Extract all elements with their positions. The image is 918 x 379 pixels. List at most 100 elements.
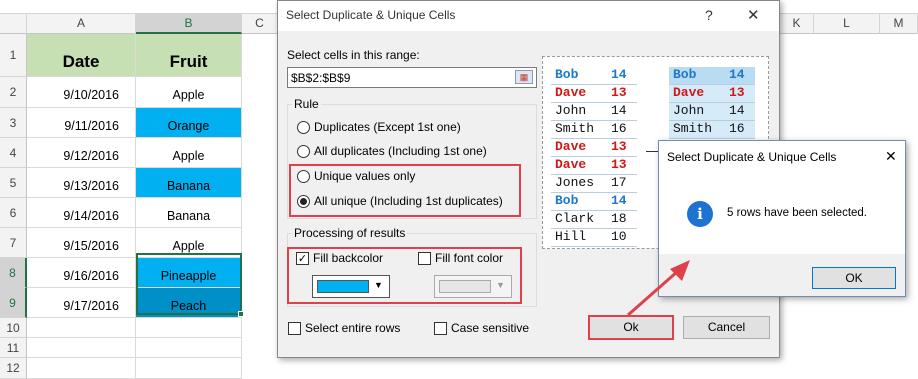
header-cell-fruit[interactable]: Fruit <box>136 34 242 77</box>
select-all-corner[interactable] <box>0 14 27 34</box>
preview-value: 14 <box>611 193 627 208</box>
date-cell[interactable]: 9/13/2016 <box>27 168 136 198</box>
column-header-b[interactable]: B <box>136 14 242 34</box>
chevron-down-icon: ▼ <box>374 280 383 290</box>
radio-duplicates-except-first[interactable] <box>297 121 310 134</box>
preview-value: 14 <box>611 103 627 118</box>
empty-cell[interactable] <box>136 318 242 338</box>
range-input-value: $B$2:$B$9 <box>291 71 351 85</box>
column-header-a[interactable]: A <box>27 14 136 34</box>
fill-backcolor-checkbox[interactable]: ✓ <box>296 252 309 265</box>
preview-name: Dave <box>555 85 587 100</box>
header-cell-date[interactable]: Date <box>27 34 136 77</box>
empty-cell[interactable] <box>136 338 242 358</box>
close-icon[interactable]: ✕ <box>747 6 760 24</box>
row-header[interactable]: 2 <box>0 77 27 108</box>
date-cell[interactable]: 9/10/2016 <box>27 77 136 108</box>
preview-value: 17 <box>611 175 627 190</box>
fruit-cell[interactable]: Apple <box>136 77 242 108</box>
preview-value: 13 <box>611 85 627 100</box>
column-header-c[interactable]: C <box>242 14 278 34</box>
empty-cell[interactable] <box>27 338 136 358</box>
row-header[interactable]: 4 <box>0 138 27 168</box>
row-header[interactable]: 5 <box>0 168 27 198</box>
preview-row: Bob 14 <box>551 67 637 85</box>
fruit-cell[interactable]: Banana <box>136 168 242 198</box>
radio-unique-values-only[interactable] <box>297 170 310 183</box>
message-title: Select Duplicate & Unique Cells <box>667 150 837 164</box>
column-header-k[interactable]: K <box>780 14 814 34</box>
preview-row: John 14 <box>551 103 637 121</box>
preview-row: Dave 13 <box>551 139 637 157</box>
column-header-l[interactable]: L <box>814 14 880 34</box>
fruit-cell[interactable]: Banana <box>136 198 242 228</box>
preview-row: Clark 18 <box>551 211 637 229</box>
rule-group-label: Rule <box>292 97 321 111</box>
preview-name: Smith <box>555 121 595 136</box>
message-body: i 5 rows have been selected. <box>659 175 905 249</box>
preview-name: Bob <box>555 193 579 208</box>
preview-value: 18 <box>611 211 627 226</box>
preview-value: 16 <box>729 121 745 136</box>
processing-group-label: Processing of results <box>292 226 408 240</box>
callout-arrow <box>627 260 690 317</box>
preview-name: John <box>673 103 705 118</box>
radio-unique-values-only-label[interactable]: Unique values only <box>314 169 415 183</box>
dialog-titlebar: Select Duplicate & Unique Cells ? ✕ <box>278 1 779 31</box>
empty-cell[interactable] <box>27 318 136 338</box>
close-icon[interactable]: ✕ <box>885 148 897 165</box>
chevron-down-icon: ▼ <box>496 280 505 290</box>
date-cell[interactable]: 9/15/2016 <box>27 228 136 258</box>
fill-handle[interactable] <box>238 311 244 317</box>
fill-backcolor-label[interactable]: Fill backcolor <box>313 251 383 265</box>
row-header[interactable]: 10 <box>0 318 27 338</box>
preview-value: 14 <box>729 103 745 118</box>
row-header[interactable]: 12 <box>0 358 27 379</box>
font-color-picker[interactable]: ▼ <box>434 275 512 298</box>
row-header[interactable]: 8 <box>0 258 27 288</box>
row-header[interactable]: 11 <box>0 338 27 358</box>
message-ok-button[interactable]: OK <box>812 267 896 289</box>
select-entire-rows-checkbox[interactable] <box>288 322 301 335</box>
help-icon[interactable]: ? <box>705 7 713 23</box>
row-header[interactable]: 6 <box>0 198 27 228</box>
date-cell[interactable]: 9/16/2016 <box>27 258 136 288</box>
preview-row: John 14 <box>669 103 755 121</box>
preview-name: Dave <box>673 85 705 100</box>
preview-row: Hill 10 <box>551 229 637 247</box>
range-picker-icon[interactable]: ▦ <box>515 70 533 84</box>
fruit-cell[interactable]: Apple <box>136 138 242 168</box>
row-header[interactable]: 3 <box>0 108 27 138</box>
date-cell[interactable]: 9/11/2016 <box>27 108 136 138</box>
dialog-title: Select Duplicate & Unique Cells <box>286 8 456 22</box>
preview-row: Bob 14 <box>669 67 755 85</box>
fill-font-color-checkbox[interactable] <box>418 252 431 265</box>
range-input[interactable]: $B$2:$B$9 ▦ <box>287 67 537 88</box>
date-cell[interactable]: 9/12/2016 <box>27 138 136 168</box>
date-cell[interactable]: 9/14/2016 <box>27 198 136 228</box>
empty-cell[interactable] <box>136 358 242 379</box>
preview-name: Bob <box>673 67 697 82</box>
radio-all-duplicates[interactable] <box>297 145 310 158</box>
backcolor-picker[interactable]: ▼ <box>312 275 390 298</box>
case-sensitive-checkbox[interactable] <box>434 322 447 335</box>
empty-cell[interactable] <box>27 358 136 379</box>
preview-row: Dave 13 <box>551 85 637 103</box>
preview-name: Hill <box>555 229 587 244</box>
radio-all-unique[interactable] <box>297 195 310 208</box>
radio-all-unique-label[interactable]: All unique (Including 1st duplicates) <box>314 194 503 208</box>
preview-value: 13 <box>611 157 627 172</box>
row-header[interactable]: 1 <box>0 34 27 77</box>
fruit-cell[interactable]: Orange <box>136 108 242 138</box>
row-header[interactable]: 9 <box>0 288 27 318</box>
fill-font-color-label[interactable]: Fill font color <box>435 251 503 265</box>
backcolor-swatch <box>317 280 369 293</box>
date-cell[interactable]: 9/17/2016 <box>27 288 136 318</box>
select-entire-rows-label[interactable]: Select entire rows <box>305 321 400 335</box>
case-sensitive-label[interactable]: Case sensitive <box>451 321 529 335</box>
preview-row: Smith 16 <box>551 121 637 139</box>
row-header[interactable]: 7 <box>0 228 27 258</box>
column-header-m[interactable]: M <box>880 14 918 34</box>
radio-duplicates-except-first-label[interactable]: Duplicates (Except 1st one) <box>314 120 461 134</box>
radio-all-duplicates-label[interactable]: All duplicates (Including 1st one) <box>314 144 487 158</box>
